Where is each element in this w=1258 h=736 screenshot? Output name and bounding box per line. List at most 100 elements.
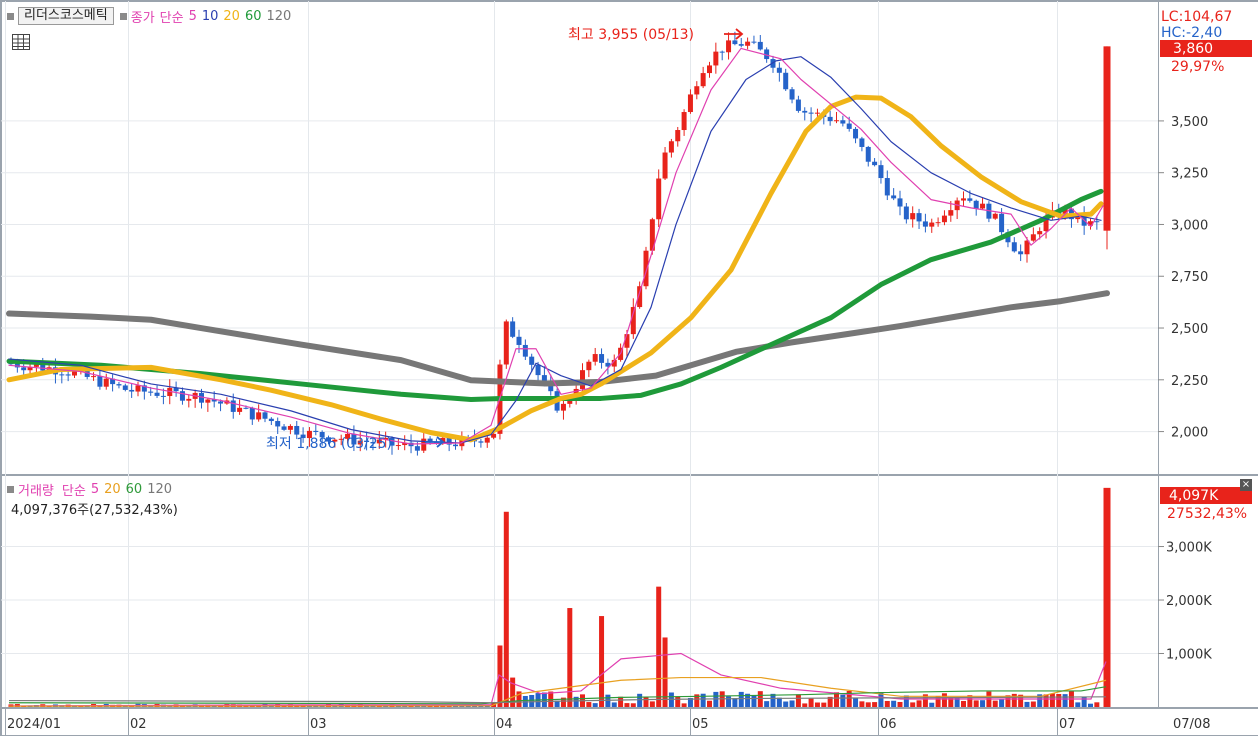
volume-bar <box>859 701 865 707</box>
volume-bar <box>770 693 776 707</box>
chart-window: 3,500 3,250 3,000 2,750 2,500 2,250 2,000 3,000… <box>0 0 1258 736</box>
legend-marker-icon <box>7 485 14 493</box>
candle <box>516 336 522 345</box>
candle <box>656 178 662 220</box>
candle <box>903 206 909 220</box>
candle <box>65 374 71 376</box>
candle <box>878 165 884 179</box>
volume-bar <box>999 699 1005 707</box>
volume-bar <box>618 696 624 707</box>
volume-bar <box>586 702 592 707</box>
price-tick-label: 3,000 <box>1171 218 1208 233</box>
candle <box>243 407 249 409</box>
price-panel <box>1 1 1258 475</box>
candle <box>707 65 712 74</box>
candle <box>560 403 566 411</box>
volume-bar <box>783 701 789 707</box>
volume-readout: 4,097,376주(27,532,43%) <box>11 503 178 518</box>
close-label: 종가 <box>130 10 155 26</box>
volume-bar <box>992 700 998 707</box>
candle <box>586 361 592 371</box>
candle <box>103 378 109 387</box>
candle <box>865 146 871 162</box>
volume-bar <box>1088 703 1093 707</box>
candle <box>992 213 998 219</box>
last-price-label: 3,860 <box>1173 41 1213 57</box>
candle <box>726 40 732 53</box>
price-tick-label: 2,250 <box>1171 374 1208 389</box>
volume-bar <box>973 700 979 707</box>
volume-bar <box>872 702 878 707</box>
candle <box>713 51 719 66</box>
candle <box>135 385 141 392</box>
candle <box>687 94 693 113</box>
candle <box>281 426 287 430</box>
candle <box>249 407 255 420</box>
chart-canvas[interactable]: 3,500 3,250 3,000 2,750 2,500 2,250 2,000 3,000… <box>1 1 1258 736</box>
date-label: 06 <box>880 717 897 732</box>
volume-bar <box>732 698 738 707</box>
candle <box>814 112 820 114</box>
lc-label: LC:104,67 <box>1161 9 1232 25</box>
volume-bar <box>789 700 795 707</box>
candle <box>186 398 192 401</box>
volume-bar <box>910 702 916 707</box>
candle <box>999 213 1005 233</box>
close-icon[interactable]: × <box>1240 479 1252 491</box>
candle <box>980 203 986 209</box>
candle <box>503 321 509 365</box>
volume-bar <box>707 700 712 707</box>
volume-bar <box>738 691 744 707</box>
candle <box>484 437 490 443</box>
candle <box>700 73 706 87</box>
candle <box>789 89 795 100</box>
candle <box>1037 231 1043 235</box>
volume-bar <box>903 695 909 707</box>
candle <box>662 152 668 179</box>
legend-marker-icon <box>7 12 14 20</box>
candle <box>1018 251 1024 255</box>
candle <box>97 376 103 387</box>
volume-bar <box>643 697 649 707</box>
candle <box>1011 242 1017 252</box>
volume-bar <box>624 703 630 707</box>
candle <box>694 86 700 95</box>
volume-bar <box>814 702 820 707</box>
legend-period-20: 20 <box>223 8 240 24</box>
grid-table-icon[interactable] <box>11 33 31 51</box>
volume-bar <box>675 696 681 707</box>
candle <box>681 112 687 131</box>
date-label: 07 <box>1059 717 1076 732</box>
volume-bar <box>891 700 897 707</box>
volume-panel <box>1 475 1258 708</box>
candle <box>72 371 77 376</box>
price-tick-label: 2,000 <box>1171 426 1208 441</box>
candle <box>287 425 293 430</box>
candle <box>592 354 598 362</box>
volume-tick-label: 2,000K <box>1166 594 1212 609</box>
candle <box>675 130 681 142</box>
volume-bar <box>1103 487 1111 707</box>
candle <box>529 356 535 365</box>
candle <box>21 367 27 371</box>
legend-period-60: 60 <box>244 8 262 24</box>
candle <box>1094 221 1100 223</box>
candle <box>294 425 300 435</box>
candle <box>275 421 281 427</box>
volume-pct-label: 27532,43% <box>1167 506 1247 522</box>
volume-bar <box>834 692 839 707</box>
candle <box>859 138 865 147</box>
candle <box>237 407 243 412</box>
date-label: 05 <box>692 717 709 732</box>
candle <box>967 198 973 201</box>
volume-bar <box>795 694 801 707</box>
volume-bar <box>1062 694 1068 707</box>
candle <box>941 215 947 223</box>
price-legend: 리더스코스메틱 종가 단순 5 10 20 60 120 <box>5 7 291 26</box>
stock-name-box[interactable]: 리더스코스메틱 <box>18 7 114 25</box>
volume-tick-label: 1,000K <box>1166 648 1212 663</box>
volume-bar <box>637 693 643 707</box>
volume-bar <box>599 616 605 707</box>
candle <box>218 401 224 404</box>
candle <box>129 389 135 392</box>
